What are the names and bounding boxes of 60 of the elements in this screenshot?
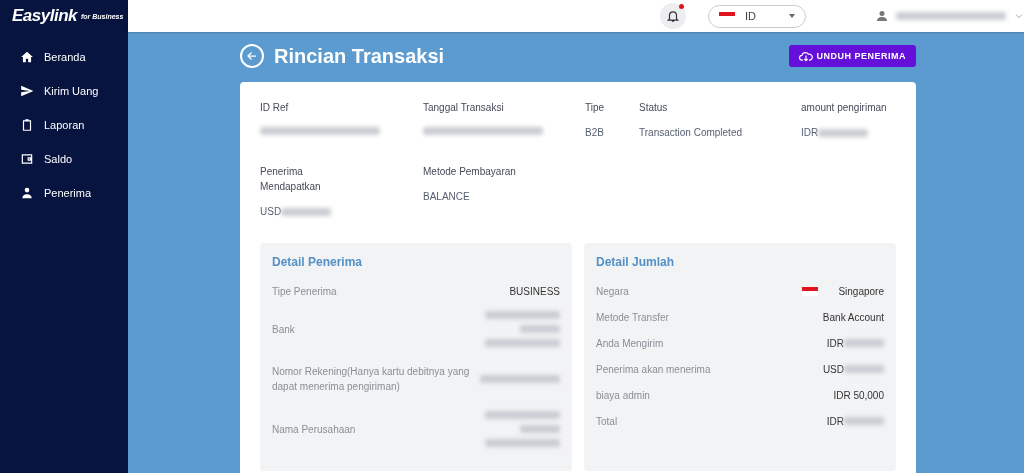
row-label: Nomor Rekening(Hanya kartu debitnya yang dapat menerima pengiriman) (272, 365, 471, 394)
row-label: Total (596, 414, 618, 429)
panel-title: Detail Jumlah (596, 255, 676, 269)
row-label: Metode Transfer (596, 310, 669, 325)
row-value: IDR (826, 415, 844, 427)
download-button[interactable]: UNDUH PENERIMA (789, 45, 916, 67)
row-value: Singapore (838, 285, 884, 297)
blurred-text (844, 417, 884, 425)
field-value: IDR (801, 127, 819, 138)
field-label: Penerima Mendapatkan (260, 165, 320, 194)
row-label: Bank (272, 322, 295, 337)
row-label: Anda Mengirim (596, 336, 664, 351)
field-label: Metode Pembayaran (423, 165, 517, 179)
send-icon (20, 84, 34, 98)
blurred-text (520, 425, 560, 433)
field-value: USD (260, 206, 282, 217)
sidebar-item[interactable]: Kirim Uang (0, 74, 128, 108)
row-label: biaya admin (596, 388, 650, 403)
row-label: Nama Perusahaan (272, 422, 356, 437)
blurred-text (520, 325, 560, 333)
blurred-text (818, 128, 869, 137)
blurred-text (844, 365, 884, 373)
sidebar-item[interactable]: Saldo (0, 142, 128, 176)
field-label: Tipe (585, 101, 606, 115)
row-value: USD (822, 363, 844, 375)
home-icon (20, 50, 34, 64)
back-button[interactable] (240, 44, 264, 68)
row-label: Tipe Penerima (272, 284, 337, 299)
row-value: IDR (826, 337, 844, 349)
notification-button[interactable] (660, 3, 686, 29)
page-title: Rincian Transaksi (274, 44, 445, 68)
field-value: Transaction Completed (639, 127, 742, 138)
row-value: BUSINESS (509, 285, 560, 297)
sidebar-item[interactable]: Laporan (0, 108, 128, 142)
wallet-icon (20, 152, 34, 166)
user-icon (876, 10, 888, 22)
blurred-text (844, 339, 884, 347)
row-label: Negara (596, 284, 629, 299)
field-label: amount pengiriman (801, 101, 888, 115)
blurred-text (281, 207, 332, 216)
clipboard-icon (20, 118, 34, 132)
flag-icon (802, 286, 819, 296)
field-label: ID Ref (260, 101, 290, 115)
brand-logo: Easylink (12, 6, 77, 26)
row-value: Bank Account (822, 311, 884, 323)
language-select[interactable]: ID (708, 4, 806, 28)
bell-icon (666, 9, 680, 23)
panel-title: Detail Penerima (272, 255, 364, 269)
person-icon (20, 186, 34, 200)
sidebar-item[interactable]: Penerima (0, 176, 128, 210)
field-label: Status (639, 101, 669, 115)
field-value: B2B (585, 127, 604, 138)
field-value: BALANCE (423, 191, 470, 202)
row-label: Penerima akan menerima (596, 362, 711, 377)
field-label: Tanggal Transaksi (423, 101, 505, 115)
chevron-down-icon[interactable] (1014, 11, 1024, 21)
arrow-left-icon (246, 50, 258, 62)
row-value: IDR 50,000 (833, 389, 884, 401)
sidebar-item[interactable]: Beranda (0, 40, 128, 74)
cloud-download-icon (799, 50, 814, 62)
